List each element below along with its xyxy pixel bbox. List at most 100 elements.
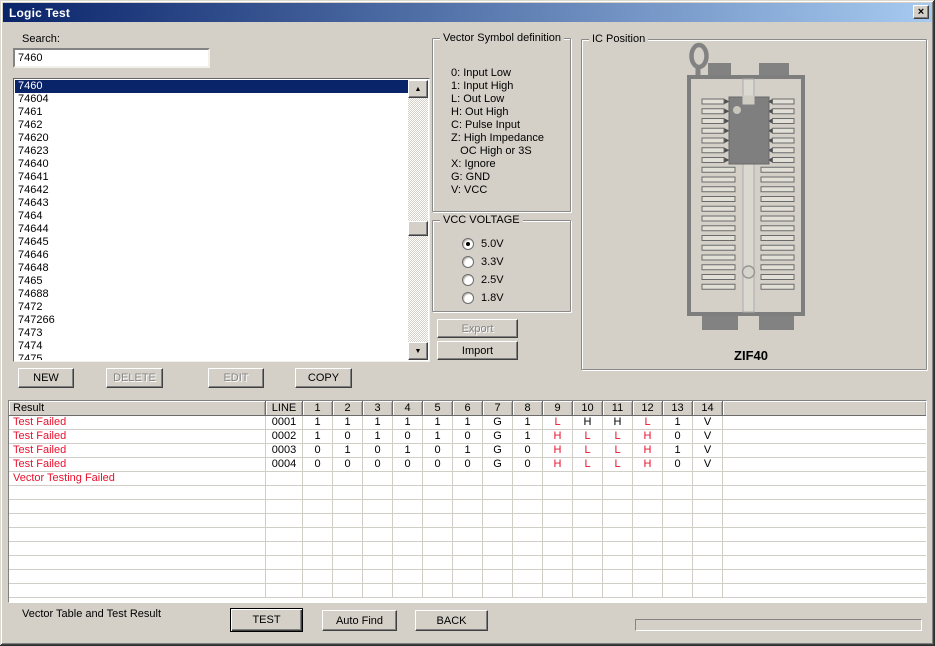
table-row[interactable]: Test Failed0001111111G1LHHL1V: [9, 416, 926, 430]
list-item[interactable]: 74642: [15, 184, 408, 197]
list-item[interactable]: 7473: [15, 327, 408, 340]
radio-icon[interactable]: [462, 292, 474, 304]
value-cell: [663, 570, 693, 584]
list-item[interactable]: 7472: [15, 301, 408, 314]
list-item[interactable]: 74620: [15, 132, 408, 145]
value-cell: 0: [333, 430, 363, 444]
result-cell: [9, 556, 266, 570]
column-header-result[interactable]: Result: [9, 401, 266, 416]
value-cell: [333, 556, 363, 570]
list-item[interactable]: 74648: [15, 262, 408, 275]
value-cell: 1: [513, 416, 543, 430]
list-item[interactable]: 7474: [15, 340, 408, 353]
column-header-10[interactable]: 10: [573, 401, 603, 416]
pin-slot: [702, 206, 735, 211]
list-item[interactable]: 7460: [15, 80, 408, 93]
column-header-3[interactable]: 3: [363, 401, 393, 416]
vcc-option-label: 2.5V: [474, 274, 504, 286]
table-row[interactable]: Vector Testing Failed: [9, 472, 926, 486]
column-header-8[interactable]: 8: [513, 401, 543, 416]
search-input[interactable]: [13, 48, 210, 68]
vcc-option-5.0V[interactable]: 5.0V: [462, 235, 504, 253]
table-row[interactable]: [9, 542, 926, 556]
ic-listbox[interactable]: 7460746047461746274620746237464074641746…: [13, 78, 430, 362]
table-row[interactable]: [9, 486, 926, 500]
result-table-body: Test Failed0001111111G1LHHL1VTest Failed…: [9, 416, 926, 598]
column-header-5[interactable]: 5: [423, 401, 453, 416]
list-item[interactable]: 74645: [15, 236, 408, 249]
table-row[interactable]: [9, 570, 926, 584]
back-button[interactable]: BACK: [415, 610, 488, 631]
titlebar[interactable]: Logic Test ×: [3, 3, 932, 22]
table-row[interactable]: [9, 584, 926, 598]
list-item[interactable]: 747266: [15, 314, 408, 327]
column-header-6[interactable]: 6: [453, 401, 483, 416]
column-header-14[interactable]: 14: [693, 401, 723, 416]
list-item[interactable]: 74640: [15, 158, 408, 171]
list-item[interactable]: 7462: [15, 119, 408, 132]
vcc-option-label: 3.3V: [474, 256, 504, 268]
value-cell: [603, 514, 633, 528]
delete-button[interactable]: DELETE: [106, 368, 163, 388]
list-item[interactable]: 74646: [15, 249, 408, 262]
column-header-line[interactable]: LINE: [266, 401, 303, 416]
table-row[interactable]: [9, 500, 926, 514]
vector-symbol-line: 0: Input Low: [451, 67, 544, 80]
column-header-4[interactable]: 4: [393, 401, 423, 416]
radio-icon[interactable]: [462, 238, 474, 250]
list-item[interactable]: 74688: [15, 288, 408, 301]
value-cell: [573, 514, 603, 528]
column-header-11[interactable]: 11: [603, 401, 633, 416]
column-header-2[interactable]: 2: [333, 401, 363, 416]
list-item[interactable]: 7475: [15, 353, 408, 360]
column-header-9[interactable]: 9: [543, 401, 573, 416]
list-item[interactable]: 74641: [15, 171, 408, 184]
result-table[interactable]: ResultLINE1234567891011121314 Test Faile…: [8, 400, 927, 603]
import-button[interactable]: Import: [437, 341, 518, 360]
test-button[interactable]: TEST: [230, 608, 303, 632]
list-item[interactable]: 74643: [15, 197, 408, 210]
vcc-option-3.3V[interactable]: 3.3V: [462, 253, 504, 271]
list-item[interactable]: 7461: [15, 106, 408, 119]
scrollbar-thumb[interactable]: [408, 221, 428, 236]
export-button[interactable]: Export: [437, 319, 518, 338]
scrollbar-up-button[interactable]: ▲: [408, 80, 428, 98]
list-item[interactable]: 7465: [15, 275, 408, 288]
list-item[interactable]: 7464: [15, 210, 408, 223]
copy-button[interactable]: COPY: [295, 368, 352, 388]
listbox-scrollbar[interactable]: ▲ ▼: [408, 80, 428, 360]
filler-cell: [723, 584, 926, 598]
column-header-1[interactable]: 1: [303, 401, 333, 416]
new-button[interactable]: NEW: [18, 368, 74, 388]
list-item[interactable]: 74644: [15, 223, 408, 236]
column-header-12[interactable]: 12: [633, 401, 663, 416]
column-header-13[interactable]: 13: [663, 401, 693, 416]
table-row[interactable]: Test Failed0002101010G1HLLH0V: [9, 430, 926, 444]
scrollbar-track[interactable]: [408, 98, 428, 342]
scrollbar-down-button[interactable]: ▼: [408, 342, 428, 360]
line-cell: [266, 584, 303, 598]
radio-icon[interactable]: [462, 274, 474, 286]
list-item[interactable]: 74623: [15, 145, 408, 158]
value-cell: [333, 472, 363, 486]
edit-button[interactable]: EDIT: [208, 368, 264, 388]
value-cell: [333, 528, 363, 542]
table-row[interactable]: [9, 556, 926, 570]
logic-test-dialog: Logic Test × Search: 7460746047461746274…: [0, 0, 935, 646]
vcc-option-1.8V[interactable]: 1.8V: [462, 289, 504, 307]
table-row[interactable]: [9, 528, 926, 542]
radio-icon[interactable]: [462, 256, 474, 268]
value-cell: 1: [663, 416, 693, 430]
line-cell: [266, 500, 303, 514]
table-row[interactable]: [9, 514, 926, 528]
pin-slot: [761, 255, 794, 260]
vcc-option-2.5V[interactable]: 2.5V: [462, 271, 504, 289]
column-header-7[interactable]: 7: [483, 401, 513, 416]
auto-find-button[interactable]: Auto Find: [322, 610, 397, 631]
list-item[interactable]: 74604: [15, 93, 408, 106]
table-row[interactable]: Test Failed0003010101G0HLLH1V: [9, 444, 926, 458]
vcc-option-label: 1.8V: [474, 292, 504, 304]
table-row[interactable]: Test Failed0004000000G0HLLH0V: [9, 458, 926, 472]
value-cell: V: [693, 416, 723, 430]
close-button[interactable]: ×: [913, 5, 929, 19]
